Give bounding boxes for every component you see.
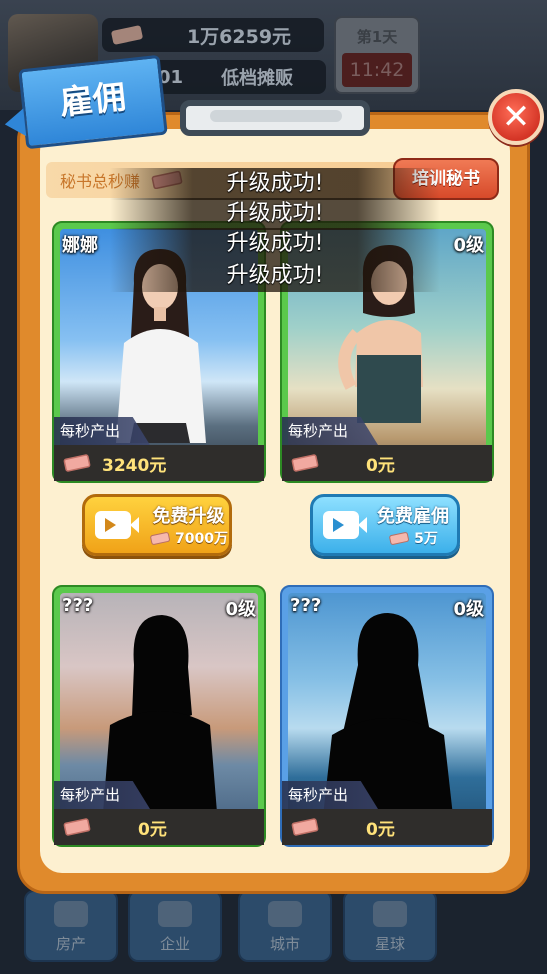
nav-planet[interactable]: 星球	[343, 890, 437, 962]
secretary-card-locked-2[interactable]: ??? 0级 每秒产出 0元	[280, 585, 494, 847]
cash-icon	[389, 531, 410, 545]
nav-label: 房产	[55, 935, 86, 953]
nav-city[interactable]: 城市	[238, 890, 332, 962]
cash-icon	[291, 454, 319, 472]
free-upgrade-button[interactable]: 免费升级 7000万	[82, 494, 232, 556]
money-value: 1万6259元	[186, 25, 292, 48]
cash-icon	[150, 531, 170, 545]
upgrade-cost: 7000万	[175, 531, 228, 547]
rate-bar: 0元	[282, 445, 492, 481]
day-clock: 第1天 11:42	[334, 16, 420, 94]
house-icon	[54, 901, 88, 927]
video-ad-icon	[95, 511, 139, 539]
cash-icon	[291, 818, 319, 836]
upgrade-success-toast: 升级成功!	[110, 260, 440, 292]
money-display: 1万6259元	[102, 18, 324, 52]
planet-icon	[373, 901, 407, 927]
secretary-card-locked-1[interactable]: ??? 0级 每秒产出 0元	[52, 585, 266, 847]
hire-cost: 5万	[414, 531, 438, 547]
nav-label: 星球	[374, 935, 405, 953]
shop-display[interactable]: 01 低档摊贩	[140, 60, 326, 94]
time-label: 11:42	[342, 53, 412, 87]
city-icon	[268, 901, 302, 927]
day-label: 第1天	[356, 28, 398, 46]
dialog-title-tab: 雇佣	[18, 54, 168, 150]
company-icon	[158, 901, 192, 927]
secretary-level: 0级	[225, 599, 256, 620]
video-ad-icon	[323, 511, 367, 539]
rate-value: 0元	[366, 455, 395, 476]
rate-value: 0元	[366, 819, 395, 840]
secretary-name: 娜娜	[62, 235, 98, 256]
rate-bar: 0元	[54, 809, 264, 845]
clipboard-clip-icon	[180, 100, 370, 136]
rate-value: 0元	[138, 819, 167, 840]
close-icon: ✕	[501, 97, 531, 137]
secretary-name: ???	[290, 595, 322, 616]
dialog-title: 雇佣	[57, 76, 128, 123]
hire-label: 免费雇佣	[377, 506, 449, 527]
rate-bar: 3240元	[54, 445, 264, 481]
cash-icon	[111, 25, 143, 45]
rate-value: 3240元	[102, 455, 167, 476]
secretary-name: ???	[62, 595, 94, 616]
free-hire-button[interactable]: 免费雇佣 5万	[310, 494, 460, 556]
nav-label: 企业	[159, 935, 190, 953]
cash-icon	[63, 454, 91, 472]
rate-bar: 0元	[282, 809, 492, 845]
secretary-level: 0级	[453, 235, 484, 256]
cash-icon	[63, 818, 91, 836]
secretary-level: 0级	[453, 599, 484, 620]
nav-property[interactable]: 房产	[24, 890, 118, 962]
upgrade-label: 免费升级	[152, 506, 225, 527]
close-button[interactable]: ✕	[488, 89, 544, 145]
nav-company[interactable]: 企业	[128, 890, 222, 962]
upgrade-success-toast: 升级成功!	[110, 198, 440, 230]
upgrade-success-toast: 升级成功!	[110, 168, 440, 200]
shop-name: 低档摊贩	[221, 68, 294, 89]
nav-label: 城市	[269, 935, 300, 953]
upgrade-success-toast: 升级成功!	[110, 228, 440, 260]
